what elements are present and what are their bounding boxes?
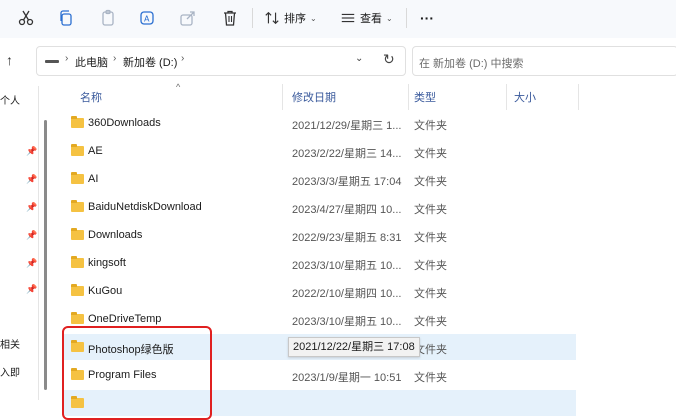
table-row[interactable]: Downloads 2022/9/23/星期五 8:31 文件夹 xyxy=(64,222,576,248)
pin-icon: 📌 xyxy=(26,146,38,156)
chevron-down-icon[interactable]: ⌄ xyxy=(355,53,363,64)
file-type: 文件夹 xyxy=(414,204,447,216)
file-name: AI xyxy=(88,173,99,185)
file-date: 2022/9/23/星期五 8:31 xyxy=(292,232,402,244)
folder-icon xyxy=(71,144,84,156)
pin-icon: 📌 xyxy=(26,202,38,212)
chevron-right-icon: › xyxy=(65,53,69,64)
share-icon[interactable] xyxy=(176,6,200,30)
view-button[interactable]: 查看 ⌄ xyxy=(340,6,393,30)
table-row[interactable]: AI 2023/3/3/星期五 17:04 文件夹 xyxy=(64,166,576,192)
sort-ascending-icon: ^ xyxy=(176,82,181,92)
column-date-modified[interactable]: 修改日期 xyxy=(292,89,336,105)
column-divider[interactable] xyxy=(408,84,409,110)
breadcrumb-drive-d[interactable]: 新加卷 (D:) xyxy=(123,54,177,70)
file-name: BaiduNetdiskDownload xyxy=(88,201,202,213)
refresh-icon[interactable]: ↻ xyxy=(383,51,395,68)
command-bar: A 排序 ⌄ 查看 ⌄ ··· xyxy=(0,0,676,39)
sort-label: 排序 xyxy=(284,13,306,25)
address-row: ↑ › 此电脑 › 新加卷 (D:) › ⌄ ↻ 在 新加卷 (D:) 中搜索 xyxy=(0,38,676,84)
copy-icon[interactable] xyxy=(54,6,78,30)
toolbar-divider xyxy=(252,8,253,28)
file-date: 2023/2/22/星期三 14... xyxy=(292,148,402,160)
file-date: 2022/2/10/星期四 10... xyxy=(292,288,402,300)
file-type: 文件夹 xyxy=(414,176,447,188)
nav-item-enter[interactable]: 入即 xyxy=(0,364,20,379)
file-date: 2023/1/9/星期一 10:51 xyxy=(292,372,402,384)
svg-text:A: A xyxy=(144,15,150,24)
file-name: Downloads xyxy=(88,229,143,241)
file-date: 2023/3/10/星期五 10... xyxy=(292,316,402,328)
file-date: 2021/12/29/星期三 1... xyxy=(292,120,402,132)
file-type: 文件夹 xyxy=(414,372,447,384)
folder-icon xyxy=(71,312,84,324)
column-divider[interactable] xyxy=(578,84,579,110)
file-name: AE xyxy=(88,145,103,157)
chevron-right-icon: › xyxy=(181,53,185,64)
pin-icon: 📌 xyxy=(26,174,38,184)
breadcrumb-this-pc[interactable]: 此电脑 xyxy=(75,54,108,70)
file-type: 文件夹 xyxy=(414,148,447,160)
file-type: 文件夹 xyxy=(414,120,447,132)
nav-item-related[interactable]: 相关 xyxy=(0,336,20,351)
paste-icon[interactable] xyxy=(96,6,120,30)
file-type: 文件夹 xyxy=(414,260,447,272)
folder-icon xyxy=(71,116,84,128)
file-date: 2023/4/27/星期四 10... xyxy=(292,204,402,216)
file-date: 2023/3/10/星期五 10... xyxy=(292,260,402,272)
column-divider[interactable] xyxy=(282,84,283,110)
file-name: KuGou xyxy=(88,285,123,297)
table-row[interactable]: AE 2023/2/22/星期三 14... 文件夹 xyxy=(64,138,576,164)
folder-icon xyxy=(71,200,84,212)
file-name: kingsoft xyxy=(88,257,126,269)
up-arrow-icon[interactable]: ↑ xyxy=(6,52,13,68)
address-bar[interactable]: › 此电脑 › 新加卷 (D:) › ⌄ ↻ xyxy=(36,46,406,76)
pin-icon: 📌 xyxy=(26,258,38,268)
pin-icon: 📌 xyxy=(26,284,38,294)
table-row[interactable]: BaiduNetdiskDownload 2023/4/27/星期四 10... 文… xyxy=(64,194,576,220)
column-divider[interactable] xyxy=(506,84,507,110)
file-type: 文件夹 xyxy=(414,232,447,244)
toolbar-divider xyxy=(406,8,407,28)
sort-icon xyxy=(265,11,279,25)
table-row[interactable]: KuGou 2022/2/10/星期四 10... 文件夹 xyxy=(64,278,576,304)
file-type: 文件夹 xyxy=(414,316,447,328)
table-row[interactable]: kingsoft 2023/3/10/星期五 10... 文件夹 xyxy=(64,250,576,276)
more-options-button[interactable]: ··· xyxy=(420,6,434,30)
chevron-down-icon: ⌄ xyxy=(310,13,317,23)
more-icon: ··· xyxy=(420,10,434,26)
cut-icon[interactable] xyxy=(14,6,38,30)
file-name: OneDriveTemp xyxy=(88,313,162,325)
table-row[interactable]: 360Downloads 2021/12/29/星期三 1... 文件夹 xyxy=(64,110,576,136)
column-name[interactable]: 名称 xyxy=(80,89,102,105)
file-type: 文件夹 xyxy=(414,288,447,300)
nav-scrollbar[interactable] xyxy=(44,120,47,390)
sort-button[interactable]: 排序 ⌄ xyxy=(264,6,317,30)
column-type[interactable]: 类型 xyxy=(414,89,436,105)
column-size[interactable]: 大小 xyxy=(514,89,536,105)
nav-scrollbar-track xyxy=(38,86,39,400)
chevron-right-icon: › xyxy=(113,53,117,64)
rename-icon[interactable]: A xyxy=(136,6,160,30)
date-tooltip: 2021/12/22/星期三 17:08 xyxy=(288,337,420,357)
highlight-box xyxy=(62,326,212,420)
nav-item-personal[interactable]: 个人 xyxy=(0,92,20,107)
drive-icon xyxy=(45,60,59,63)
view-label: 查看 xyxy=(360,13,382,25)
view-icon xyxy=(341,13,355,23)
delete-icon[interactable] xyxy=(218,6,242,30)
chevron-down-icon: ⌄ xyxy=(386,13,393,23)
folder-icon xyxy=(71,172,84,184)
pin-icon: 📌 xyxy=(26,230,38,240)
file-name: 360Downloads xyxy=(88,117,161,129)
column-header: ^ 名称 修改日期 类型 大小 xyxy=(50,82,676,110)
navigation-pane: 个人 📌 📌 📌 📌 📌 📌 相关 入即 xyxy=(0,84,50,400)
search-placeholder: 在 新加卷 (D:) 中搜索 xyxy=(419,58,524,70)
folder-icon xyxy=(71,284,84,296)
file-date: 2023/3/3/星期五 17:04 xyxy=(292,176,402,188)
folder-icon xyxy=(71,228,84,240)
search-input[interactable]: 在 新加卷 (D:) 中搜索 xyxy=(412,46,676,76)
folder-icon xyxy=(71,256,84,268)
